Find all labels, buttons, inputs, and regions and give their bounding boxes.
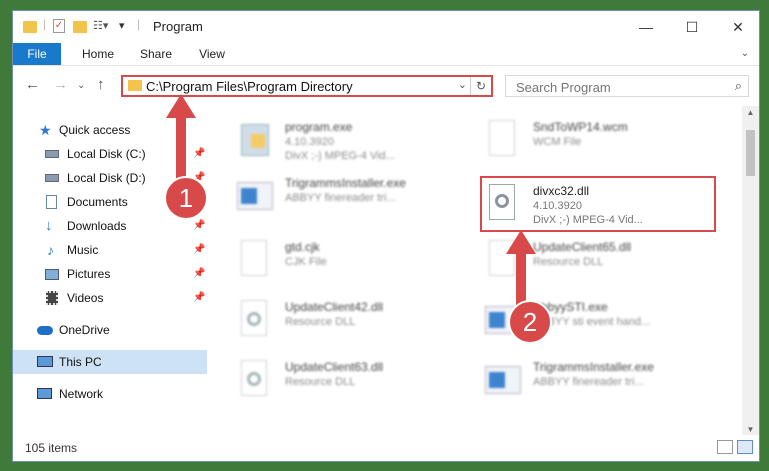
callout-2: 2: [508, 300, 552, 344]
annotation-arrows: [166, 94, 536, 312]
arrow-1-head: [166, 94, 196, 118]
callout-1: 1: [164, 176, 208, 220]
arrow-2-head: [506, 230, 536, 254]
